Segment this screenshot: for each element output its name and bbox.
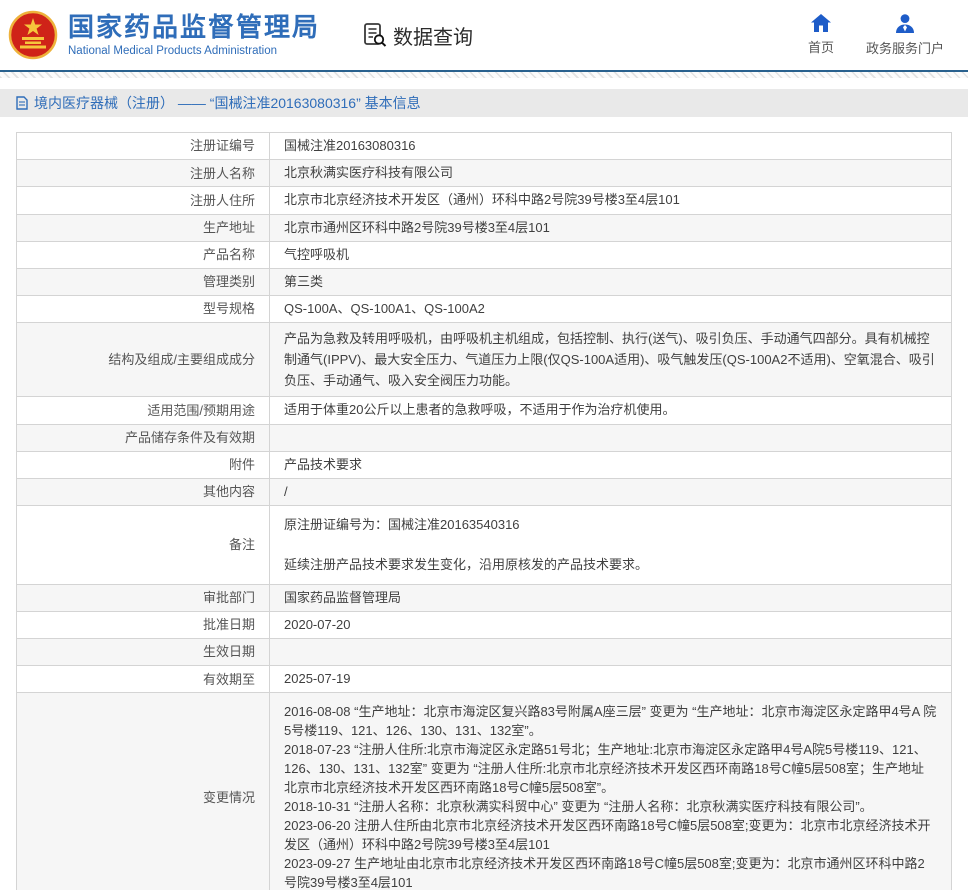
- nav-home-label: 首页: [808, 37, 834, 56]
- row-value: 原注册证编号为：国械注准20163540316 延续注册产品技术要求发生变化，沿…: [270, 506, 951, 584]
- row-label: 生产地址: [17, 215, 270, 241]
- table-row: 注册证编号 国械注准20163080316: [17, 133, 951, 160]
- site-subtitle: National Medical Products Administration: [68, 45, 320, 57]
- row-value: 北京秋满实医疗科技有限公司: [270, 160, 951, 186]
- table-row: 适用范围/预期用途 适用于体重20公斤以上患者的急救呼吸，不适用于作为治疗机使用…: [17, 397, 951, 424]
- approval-date: 2020-07-20: [284, 616, 351, 634]
- row-value: [270, 425, 951, 451]
- row-value: 北京市通州区环科中路2号院39号楼3至4层101: [270, 215, 951, 241]
- row-value: /: [270, 479, 951, 505]
- row-value: 第三类: [270, 269, 951, 295]
- change-entry: 2023-09-27 生产地址由北京市北京经济技术开发区西环南路18号C幢5层5…: [284, 854, 937, 890]
- row-label: 生效日期: [17, 639, 270, 665]
- table-row: 注册人住所 北京市北京经济技术开发区（通州）环科中路2号院39号楼3至4层101: [17, 187, 951, 214]
- person-icon: [895, 14, 915, 33]
- data-query-nav[interactable]: 数据查询: [362, 21, 473, 50]
- row-label: 注册人住所: [17, 187, 270, 213]
- registrant-name: 北京秋满实医疗科技有限公司: [284, 164, 453, 182]
- row-label: 注册证编号: [17, 133, 270, 159]
- nav-home[interactable]: 首页: [808, 14, 834, 57]
- registration-number: 国械注准20163080316: [284, 137, 416, 155]
- product-name: 气控呼吸机: [284, 246, 349, 264]
- change-history: 2016-08-08 “生产地址：北京市海淀区复兴路83号附属A座三层” 变更为…: [284, 697, 937, 890]
- table-row: 产品储存条件及有效期: [17, 425, 951, 452]
- attachment: 产品技术要求: [284, 456, 362, 474]
- row-label: 结构及组成/主要组成成分: [17, 323, 270, 396]
- home-icon: [811, 14, 831, 32]
- remarks: 原注册证编号为：国械注准20163540316 延续注册产品技术要求发生变化，沿…: [284, 510, 648, 580]
- row-value: 产品技术要求: [270, 452, 951, 478]
- document-search-icon: [362, 22, 388, 48]
- row-value: 适用于体重20公斤以上患者的急救呼吸，不适用于作为治疗机使用。: [270, 397, 951, 423]
- management-class: 第三类: [284, 273, 323, 291]
- remark-line: 原注册证编号为：国械注准20163540316: [284, 515, 648, 535]
- table-row: 管理类别 第三类: [17, 269, 951, 296]
- table-row: 审批部门 国家药品监督管理局: [17, 585, 951, 612]
- row-label: 产品名称: [17, 242, 270, 268]
- approval-department: 国家药品监督管理局: [284, 589, 401, 607]
- row-label: 有效期至: [17, 666, 270, 692]
- top-nav: 首页 政务服务门户: [808, 14, 944, 57]
- table-row: 生效日期: [17, 639, 951, 666]
- row-value: 产品为急救及转用呼吸机，由呼吸机主机组成，包括控制、执行(送气)、吸引负压、手动…: [270, 323, 951, 396]
- other-content: /: [284, 483, 288, 501]
- row-value: 2020-07-20: [270, 612, 951, 638]
- table-row: 其他内容 /: [17, 479, 951, 506]
- table-row: 注册人名称 北京秋满实医疗科技有限公司: [17, 160, 951, 187]
- change-entry: 2018-07-23 “注册人住所:北京市海淀区永定路51号北；生产地址:北京市…: [284, 740, 937, 797]
- table-row: 型号规格 QS-100A、QS-100A1、QS-100A2: [17, 296, 951, 323]
- row-label: 审批部门: [17, 585, 270, 611]
- row-value: [270, 639, 951, 665]
- change-entry: 2016-08-08 “生产地址：北京市海淀区复兴路83号附属A座三层” 变更为…: [284, 702, 937, 740]
- change-entry: 2023-06-20 注册人住所由北京市北京经济技术开发区西环南路18号C幢5层…: [284, 816, 937, 854]
- expiry-date: 2025-07-19: [284, 670, 351, 688]
- row-label: 型号规格: [17, 296, 270, 322]
- table-row: 变更情况 2016-08-08 “生产地址：北京市海淀区复兴路83号附属A座三层…: [17, 693, 951, 890]
- row-label: 附件: [17, 452, 270, 478]
- row-label: 注册人名称: [17, 160, 270, 186]
- model-specs: QS-100A、QS-100A1、QS-100A2: [284, 300, 485, 318]
- site-title: 国家药品监督管理局: [68, 13, 320, 42]
- table-row: 结构及组成/主要组成成分 产品为急救及转用呼吸机，由呼吸机主机组成，包括控制、执…: [17, 323, 951, 397]
- row-label: 其他内容: [17, 479, 270, 505]
- row-value: 国械注准20163080316: [270, 133, 951, 159]
- row-label: 批准日期: [17, 612, 270, 638]
- data-query-label: 数据查询: [393, 21, 473, 50]
- row-value: 气控呼吸机: [270, 242, 951, 268]
- nav-portal-label: 政务服务门户: [866, 38, 944, 57]
- row-value: 北京市北京经济技术开发区（通州）环科中路2号院39号楼3至4层101: [270, 187, 951, 213]
- production-address: 北京市通州区环科中路2号院39号楼3至4层101: [284, 219, 550, 237]
- row-value: 国家药品监督管理局: [270, 585, 951, 611]
- table-row: 批准日期 2020-07-20: [17, 612, 951, 639]
- row-value: QS-100A、QS-100A1、QS-100A2: [270, 296, 951, 322]
- structure-composition: 产品为急救及转用呼吸机，由呼吸机主机组成，包括控制、执行(送气)、吸引负压、手动…: [284, 327, 937, 392]
- row-label: 适用范围/预期用途: [17, 397, 270, 423]
- row-value: 2016-08-08 “生产地址：北京市海淀区复兴路83号附属A座三层” 变更为…: [270, 693, 951, 890]
- site-brand[interactable]: 国家药品监督管理局 National Medical Products Admi…: [8, 10, 320, 60]
- row-value: 2025-07-19: [270, 666, 951, 692]
- national-emblem-icon: [8, 10, 58, 60]
- table-row: 生产地址 北京市通州区环科中路2号院39号楼3至4层101: [17, 215, 951, 242]
- row-label: 管理类别: [17, 269, 270, 295]
- header-divider: [0, 70, 968, 78]
- page-icon: [16, 96, 28, 110]
- table-row: 产品名称 气控呼吸机: [17, 242, 951, 269]
- table-row: 备注 原注册证编号为：国械注准20163540316 延续注册产品技术要求发生变…: [17, 506, 951, 585]
- site-header: 国家药品监督管理局 National Medical Products Admi…: [0, 0, 968, 70]
- breadcrumb: 境内医疗器械（注册） —— “国械注准20163080316” 基本信息: [0, 89, 968, 117]
- intended-use: 适用于体重20公斤以上患者的急救呼吸，不适用于作为治疗机使用。: [284, 401, 675, 419]
- registrant-address: 北京市北京经济技术开发区（通州）环科中路2号院39号楼3至4层101: [284, 191, 680, 209]
- page-title: 境内医疗器械（注册） —— “国械注准20163080316” 基本信息: [34, 93, 421, 113]
- row-label: 变更情况: [17, 693, 270, 890]
- change-entry: 2018-10-31 “注册人名称：北京秋满实科贸中心” 变更为 “注册人名称：…: [284, 797, 937, 816]
- remark-line: 延续注册产品技术要求发生变化，沿用原核发的产品技术要求。: [284, 555, 648, 575]
- row-label: 产品储存条件及有效期: [17, 425, 270, 451]
- table-row: 有效期至 2025-07-19: [17, 666, 951, 693]
- nav-portal[interactable]: 政务服务门户: [866, 14, 944, 57]
- row-label: 备注: [17, 506, 270, 584]
- registration-info-table: 注册证编号 国械注准20163080316 注册人名称 北京秋满实医疗科技有限公…: [16, 132, 952, 890]
- table-row: 附件 产品技术要求: [17, 452, 951, 479]
